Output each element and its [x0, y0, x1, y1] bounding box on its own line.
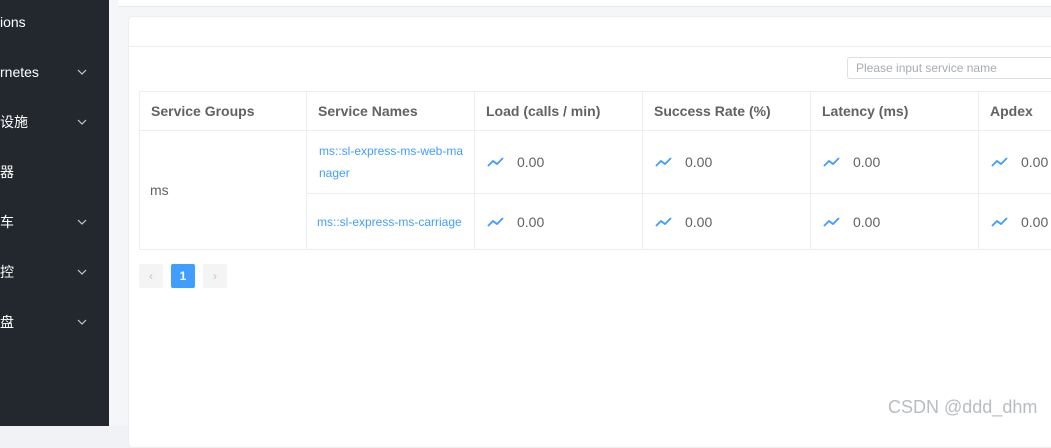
latency-value: 0.00	[853, 214, 880, 230]
line-chart-icon[interactable]	[655, 216, 673, 228]
sidebar: ions rnetes 设施 器 车 控 盘	[0, 0, 109, 426]
pagination-next-button[interactable]: ›	[203, 264, 227, 288]
line-chart-icon[interactable]	[487, 156, 505, 168]
sidebar-item-infrastructure[interactable]: 设施	[0, 97, 109, 147]
sidebar-item-3[interactable]: 器	[0, 147, 109, 197]
line-chart-icon[interactable]	[655, 156, 673, 168]
sidebar-item-label: rnetes	[0, 64, 39, 80]
sidebar-item-label: 控	[0, 262, 14, 282]
success-rate-value: 0.00	[685, 154, 712, 170]
sidebar-item-label: 器	[0, 162, 14, 182]
watermark: CSDN @ddd_dhm	[888, 397, 1037, 418]
services-table: Service Groups Service Names Load (calls…	[139, 91, 1051, 250]
chevron-down-icon	[76, 316, 88, 328]
sidebar-item-5[interactable]: 控	[0, 247, 109, 297]
chevron-down-icon	[76, 116, 88, 128]
sidebar-item-label: 盘	[0, 312, 14, 332]
sidebar-item-applications[interactable]: ions	[0, 0, 109, 47]
column-header-apdex[interactable]: Apdex	[979, 92, 1051, 131]
sidebar-item-4[interactable]: 车	[0, 197, 109, 247]
line-chart-icon[interactable]	[487, 216, 505, 228]
apdex-value: 0.00	[1021, 154, 1048, 170]
line-chart-icon[interactable]	[823, 156, 841, 168]
success-rate-value: 0.00	[685, 214, 712, 230]
pagination-page-1[interactable]: 1	[171, 264, 195, 288]
search-input[interactable]	[847, 57, 1051, 79]
apdex-value: 0.00	[1021, 214, 1048, 230]
service-name-link[interactable]: ms::sl-express-ms-web-manager	[319, 140, 464, 184]
sidebar-item-label: ions	[0, 14, 26, 30]
service-group-cell: ms	[140, 131, 307, 250]
chevron-down-icon	[76, 266, 88, 278]
column-header-latency[interactable]: Latency (ms)	[811, 92, 979, 131]
pagination-prev-button[interactable]: ‹	[139, 264, 163, 288]
chevron-down-icon	[76, 216, 88, 228]
column-header-load[interactable]: Load (calls / min)	[475, 92, 643, 131]
chevron-down-icon	[76, 66, 88, 78]
sidebar-item-6[interactable]: 盘	[0, 297, 109, 347]
table-row: ms ms::sl-express-ms-web-manager 0.00 0.…	[140, 131, 1051, 194]
apdex-cell: 0.00	[979, 131, 1051, 194]
sidebar-item-kubernetes[interactable]: rnetes	[0, 47, 109, 97]
column-header-success-rate[interactable]: Success Rate (%)	[643, 92, 811, 131]
line-chart-icon[interactable]	[991, 216, 1009, 228]
apdex-cell: 0.00	[979, 194, 1051, 250]
service-name-cell: ms::sl-express-ms-web-manager	[307, 131, 475, 194]
load-cell: 0.00	[475, 131, 643, 194]
latency-cell: 0.00	[811, 194, 979, 250]
card-header	[129, 17, 1051, 47]
table-header-row: Service Groups Service Names Load (calls…	[140, 92, 1051, 131]
column-header-service-groups[interactable]: Service Groups	[140, 92, 307, 131]
line-chart-icon[interactable]	[823, 216, 841, 228]
load-value: 0.00	[517, 154, 544, 170]
column-header-service-names[interactable]: Service Names	[307, 92, 475, 131]
top-panel-edge	[118, 0, 1051, 7]
service-name-cell: ms::sl-express-ms-carriage	[307, 194, 475, 250]
sidebar-item-label: 车	[0, 212, 14, 232]
line-chart-icon[interactable]	[991, 156, 1009, 168]
success-rate-cell: 0.00	[643, 131, 811, 194]
load-value: 0.00	[517, 214, 544, 230]
sidebar-item-label: 设施	[0, 112, 28, 132]
service-name-link[interactable]: ms::sl-express-ms-carriage	[317, 211, 474, 233]
latency-value: 0.00	[853, 154, 880, 170]
load-cell: 0.00	[475, 194, 643, 250]
latency-cell: 0.00	[811, 131, 979, 194]
success-rate-cell: 0.00	[643, 194, 811, 250]
